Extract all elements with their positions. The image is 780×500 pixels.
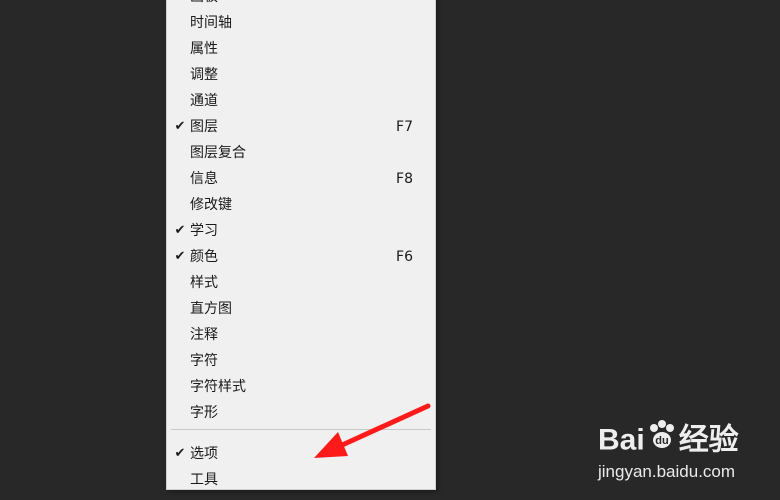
- watermark-logo: Bai du 经验: [598, 418, 739, 462]
- menu-item-label: 直方图: [190, 301, 232, 317]
- menu-item[interactable]: 字符样式: [167, 374, 435, 400]
- checkmark-icon: ✔: [174, 223, 186, 238]
- menu-item-label: 字形: [190, 405, 218, 421]
- menu-item[interactable]: 工具: [167, 467, 435, 493]
- svg-text:du: du: [655, 435, 668, 447]
- menu-item[interactable]: ✔ 图层 F7: [167, 114, 435, 140]
- screen: 画板时间轴属性调整通道 ✔ 图层 F7 图层复合信息 F8 修改键 ✔ 学习 ✔ 颜色 F6 样式直方图…: [0, 0, 780, 500]
- menu-item-label: 信息: [190, 171, 218, 187]
- menu-item[interactable]: 信息 F8: [167, 166, 435, 192]
- checkmark-icon: [172, 10, 188, 36]
- checkmark-icon: [172, 322, 188, 348]
- paw-icon: du: [645, 418, 679, 465]
- menu-item-label: 图层复合: [190, 145, 246, 161]
- menu-item-label: 通道: [190, 93, 218, 109]
- checkmark-icon: [172, 62, 188, 88]
- watermark-url: jingyan.baidu.com: [598, 462, 736, 481]
- checkmark-icon: [172, 36, 188, 62]
- menu-item[interactable]: 图层复合: [167, 140, 435, 166]
- checkmark-icon: [172, 400, 188, 426]
- menu-item-label: 字符: [190, 353, 218, 369]
- checkmark-icon: ✔: [174, 119, 186, 134]
- menu-item-label: 画板: [190, 0, 218, 10]
- window-dropdown-menu: 画板时间轴属性调整通道 ✔ 图层 F7 图层复合信息 F8 修改键 ✔ 学习 ✔ 颜色 F6 样式直方图…: [166, 0, 436, 490]
- menu-item[interactable]: 样式: [167, 270, 435, 296]
- menu-item[interactable]: 调整: [167, 62, 435, 88]
- menu-item-label: 注释: [190, 327, 218, 343]
- menu-item-label: 工具: [190, 472, 218, 488]
- menu-item-label: 时间轴: [190, 15, 232, 31]
- menu-item-label: 选项: [190, 446, 218, 462]
- checkmark-icon: ✔: [174, 249, 186, 264]
- menu-item[interactable]: 字形: [167, 400, 435, 426]
- checkmark-icon: [172, 140, 188, 166]
- menu-item[interactable]: 通道: [167, 88, 435, 114]
- baidu-jingyan-watermark: Bai du 经验 jingyan.baidu.com: [598, 418, 768, 488]
- checkmark-icon: [172, 270, 188, 296]
- menu-item-shortcut: F7: [396, 119, 413, 135]
- menu-item[interactable]: 时间轴: [167, 10, 435, 36]
- checkmark-icon: [172, 348, 188, 374]
- checkmark-icon: [172, 374, 188, 400]
- checkmark-icon: [172, 0, 188, 10]
- menu-item-label: 调整: [190, 67, 218, 83]
- menu-item[interactable]: 直方图: [167, 296, 435, 322]
- watermark-logo-right: 经验: [678, 423, 739, 457]
- menu-item-shortcut: F8: [396, 171, 413, 187]
- menu-item-label: 学习: [190, 223, 218, 239]
- menu-item[interactable]: ✔ 选项: [167, 441, 435, 467]
- checkmark-icon: [172, 296, 188, 322]
- menu-item-shortcut: F6: [396, 249, 413, 265]
- menu-item[interactable]: ✔ 学习: [167, 218, 435, 244]
- menu-item[interactable]: 字符: [167, 348, 435, 374]
- menu-item-label: 修改键: [190, 197, 232, 213]
- menu-item-label: 字符样式: [190, 379, 246, 395]
- menu-item-label: 样式: [190, 275, 218, 291]
- menu-item[interactable]: 修改键: [167, 192, 435, 218]
- menu-item[interactable]: 属性: [167, 36, 435, 62]
- menu-item-label: 图层: [190, 119, 218, 135]
- checkmark-icon: [172, 192, 188, 218]
- watermark-logo-left: Bai: [598, 423, 645, 457]
- menu-item-label: 属性: [190, 41, 218, 57]
- checkmark-icon: ✔: [174, 446, 186, 461]
- checkmark-icon: [172, 467, 188, 493]
- menu-item-label: 颜色: [190, 249, 218, 265]
- menu-separator: [171, 429, 431, 430]
- checkmark-icon: [172, 88, 188, 114]
- menu-item[interactable]: ✔ 颜色 F6: [167, 244, 435, 270]
- checkmark-icon: [172, 166, 188, 192]
- menu-item[interactable]: 画板: [167, 0, 435, 10]
- menu-item[interactable]: 注释: [167, 322, 435, 348]
